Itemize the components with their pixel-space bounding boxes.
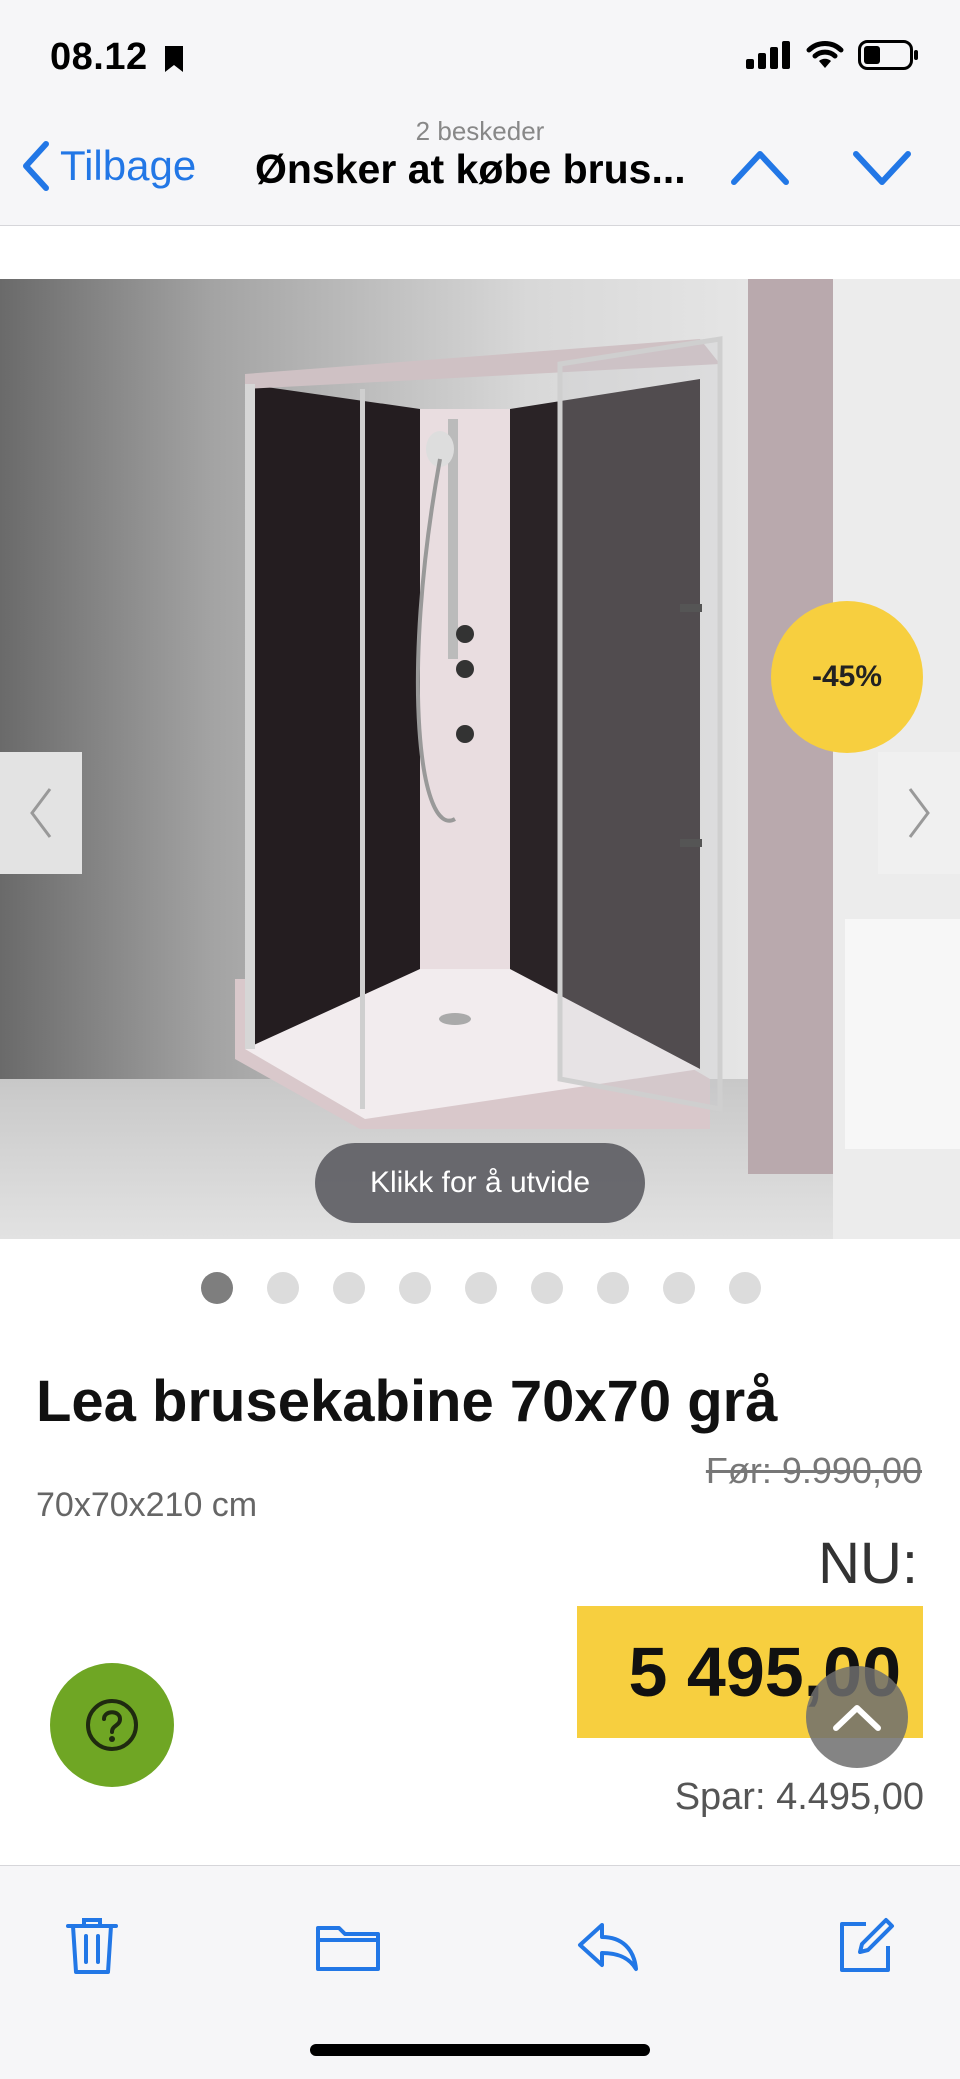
gallery-dot[interactable] [201,1272,233,1304]
trash-icon [66,1918,118,1974]
reply-icon [578,1923,638,1971]
gallery-next-button[interactable] [878,752,960,874]
gallery-dot[interactable] [465,1272,497,1304]
reply-button[interactable] [568,1906,648,1986]
chevron-left-icon [23,141,49,191]
mail-toolbar [0,1865,960,2079]
before-price: Før: 9.990,00 [705,1450,922,1491]
discount-badge: -45% [771,601,923,753]
product-title: Lea brusekabine 70x70 grå [36,1369,778,1434]
gallery-prev-button[interactable] [0,752,82,874]
email-screen: 08.12 2 beskeder Tilbage Ønsker at købe … [0,0,960,2079]
previous-message-button[interactable] [730,146,790,190]
savings-text: Spar: 4.495,00 [674,1776,924,1817]
gallery-dot[interactable] [729,1272,761,1304]
status-time: 08.12 [50,36,148,78]
gallery-dot[interactable] [597,1272,629,1304]
status-indicators [746,40,920,70]
next-message-button[interactable] [852,146,912,190]
email-subject: Ønsker at købe brus... [255,146,686,192]
move-to-folder-button[interactable] [308,1906,388,1986]
bookmark-icon [165,46,183,72]
gallery-dots [0,1272,960,1306]
trash-button[interactable] [52,1906,132,1986]
chevron-right-icon [908,788,930,838]
battery-icon [858,40,918,70]
wifi-icon [806,41,844,68]
gallery-dot[interactable] [399,1272,431,1304]
email-body: -45% Klikk for å utvide Lea brusekabine … [0,227,960,1817]
mail-nav-bar: 2 beskeder Tilbage Ønsker at købe brus..… [0,110,960,226]
gallery-dot[interactable] [267,1272,299,1304]
expand-image-button[interactable]: Klikk for å utvide [315,1143,645,1223]
compose-icon [840,1918,894,1972]
back-label: Tilbage [60,142,197,189]
chevron-up-icon [833,1705,881,1731]
product-dimensions: 70x70x210 cm [36,1486,258,1524]
back-button[interactable]: Tilbage [20,140,196,192]
folder-icon [316,1926,380,1971]
status-bar: 08.12 [0,0,960,120]
chevron-left-icon [30,788,52,838]
gallery-dot[interactable] [333,1272,365,1304]
gallery-dot[interactable] [531,1272,563,1304]
gallery-dot[interactable] [663,1272,695,1304]
scroll-to-top-button[interactable] [806,1666,908,1768]
compose-button[interactable] [826,1906,906,1986]
question-icon [86,1699,138,1751]
help-button[interactable] [50,1663,174,1787]
home-indicator[interactable] [310,2044,650,2056]
product-image[interactable]: -45% Klikk for å utvide [0,279,960,1239]
shower-cabin-illustration [235,279,960,1239]
signal-icon [746,41,790,69]
now-price-label: NU: [818,1531,918,1596]
